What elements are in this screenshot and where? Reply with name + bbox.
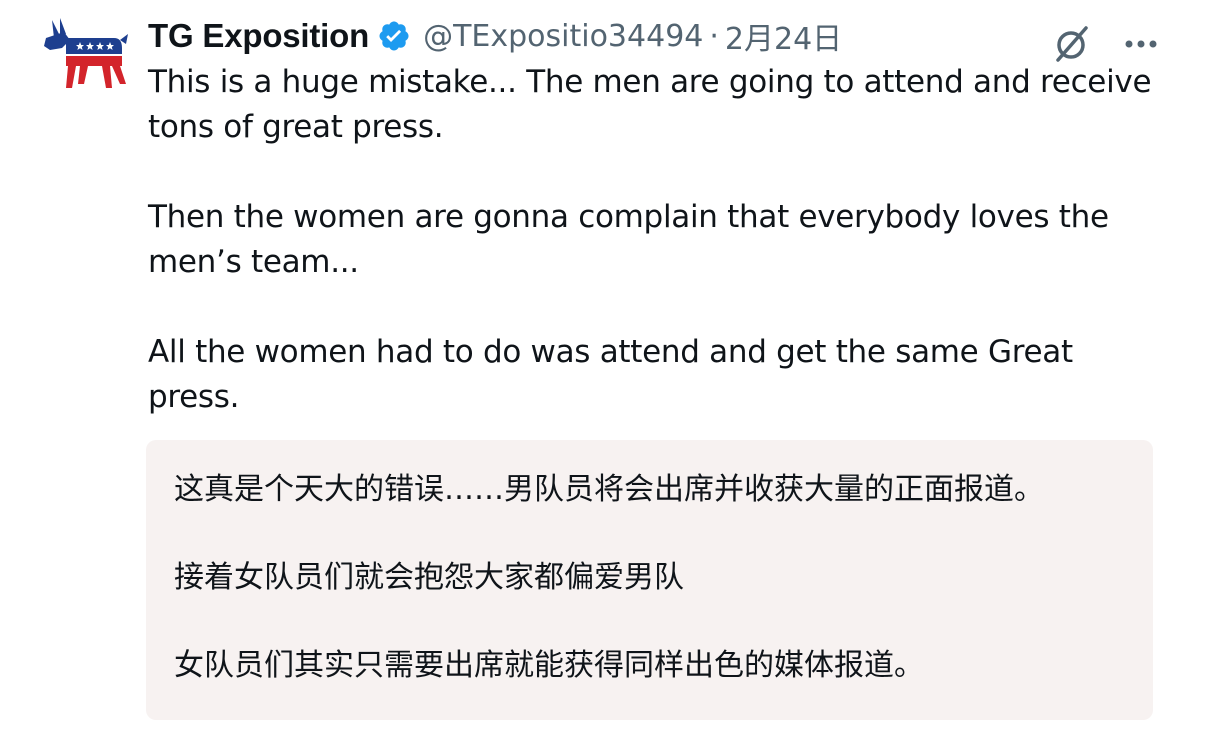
display-name[interactable]: TG Exposition [148,17,369,55]
tweet-text: This is a huge mistake... The men are go… [148,60,1158,420]
translation-box: 这真是个天大的错误……男队员将会出席并收获大量的正面报道。 接着女队员们就会抱怨… [146,440,1153,720]
tweet-text-line: men’s team... [148,244,359,280]
timestamp[interactable]: 2月24日 [725,14,842,58]
verified-badge-icon[interactable] [377,19,411,53]
tweet[interactable]: TG Exposition @TExpositio34494 · 2月24日 T… [0,0,1206,738]
translation-line: 女队员们其实只需要出席就能获得同样出色的媒体报道。 [174,648,924,683]
translation-line: 接着女队员们就会抱怨大家都偏爱男队 [174,560,684,595]
tweet-content: TG Exposition @TExpositio34494 · 2月24日 T… [148,14,1158,420]
grok-icon[interactable] [1052,24,1092,64]
user-handle[interactable]: @TExpositio34494 [423,19,703,54]
tweet-text-line: Then the women are gonna complain that e… [148,199,1109,235]
header-actions [1052,24,1158,64]
tweet-text-line: tons of great press. [148,109,444,145]
tweet-header: TG Exposition @TExpositio34494 · 2月24日 [148,14,1158,62]
more-options-icon[interactable] [1124,39,1158,49]
separator-dot: · [709,18,719,54]
avatar[interactable] [40,14,130,104]
tweet-text-line: This is a huge mistake... The men are go… [148,64,1152,100]
tweet-text-line: press. [148,379,240,415]
translation-line: 这真是个天大的错误……男队员将会出席并收获大量的正面报道。 [174,472,1044,507]
tweet-text-line: All the women had to do was attend and g… [148,334,1073,370]
donkey-logo-icon [44,18,128,88]
